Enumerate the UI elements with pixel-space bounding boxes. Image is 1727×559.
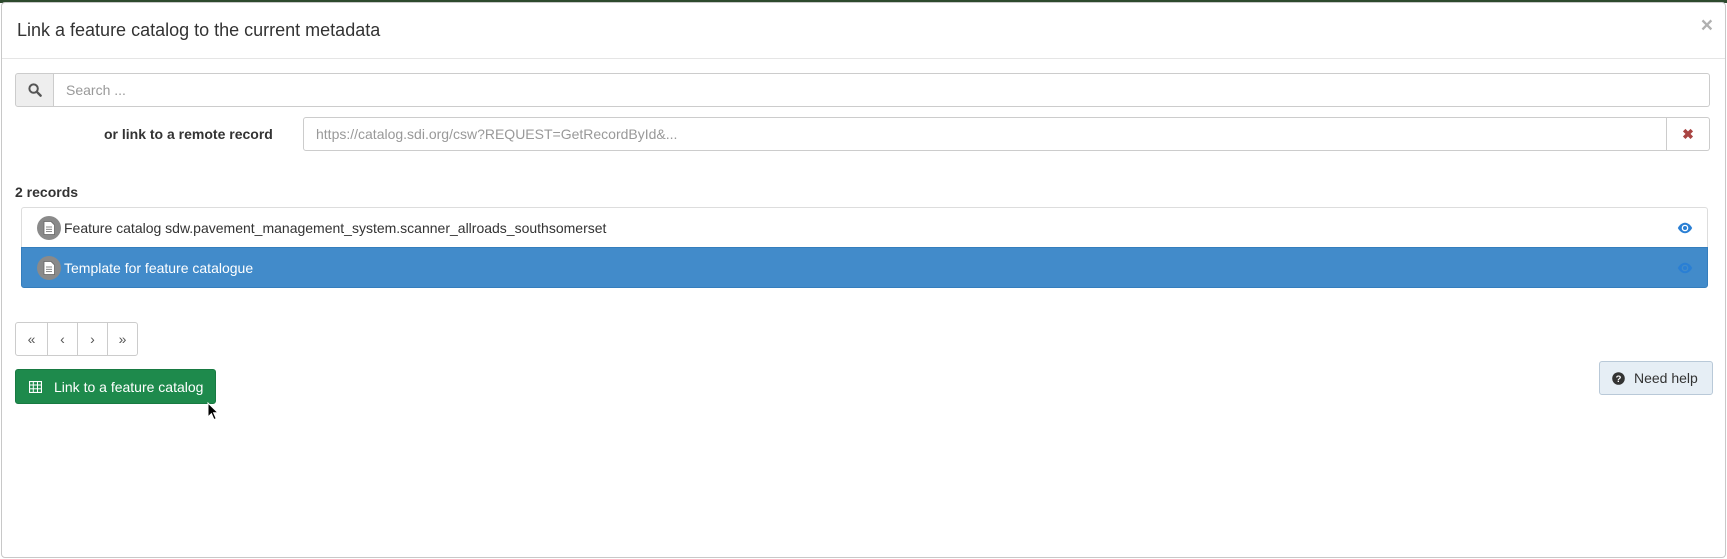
next-page-button[interactable]: › [77, 322, 108, 356]
result-title: Feature catalog sdw.pavement_management_… [64, 219, 607, 236]
mouse-cursor-icon [207, 402, 219, 421]
modal-header: Link a feature catalog to the current me… [2, 3, 1725, 59]
search-input[interactable] [54, 73, 1710, 107]
result-item[interactable]: Feature catalog sdw.pavement_management_… [21, 207, 1708, 248]
need-help-label: Need help [1634, 370, 1698, 386]
clear-remote-url-button[interactable]: ✖ [1667, 117, 1710, 151]
preview-eye-icon[interactable] [1677, 220, 1693, 236]
table-icon [29, 380, 42, 393]
result-title: Template for feature catalogue [64, 259, 254, 276]
previous-page-button[interactable]: ‹ [47, 322, 78, 356]
document-icon [37, 255, 61, 280]
remote-record-group: ✖ [303, 117, 1710, 151]
results-list: Feature catalog sdw.pavement_management_… [21, 207, 1708, 288]
question-circle-icon: ? [1612, 371, 1625, 385]
last-page-button[interactable]: » [107, 322, 138, 356]
need-help-button[interactable]: ? Need help [1599, 361, 1713, 395]
search-group [15, 73, 1710, 107]
pagination: « ‹ › » [15, 322, 138, 356]
link-feature-catalog-button[interactable]: Link to a feature catalog [15, 369, 216, 404]
close-button[interactable]: × [1701, 15, 1713, 36]
first-page-button[interactable]: « [15, 322, 48, 356]
remove-icon: ✖ [1682, 125, 1694, 142]
preview-eye-icon[interactable] [1677, 260, 1693, 276]
svg-text:?: ? [1616, 374, 1622, 385]
result-item[interactable]: Template for feature catalogue [21, 247, 1708, 288]
search-icon [15, 73, 54, 107]
link-button-label: Link to a feature catalog [54, 378, 204, 395]
records-count: 2 records [15, 184, 79, 200]
document-icon [37, 215, 61, 240]
remote-record-label: or link to a remote record [104, 126, 273, 142]
modal-title: Link a feature catalog to the current me… [17, 20, 381, 40]
remote-record-url-input[interactable] [303, 117, 1667, 151]
